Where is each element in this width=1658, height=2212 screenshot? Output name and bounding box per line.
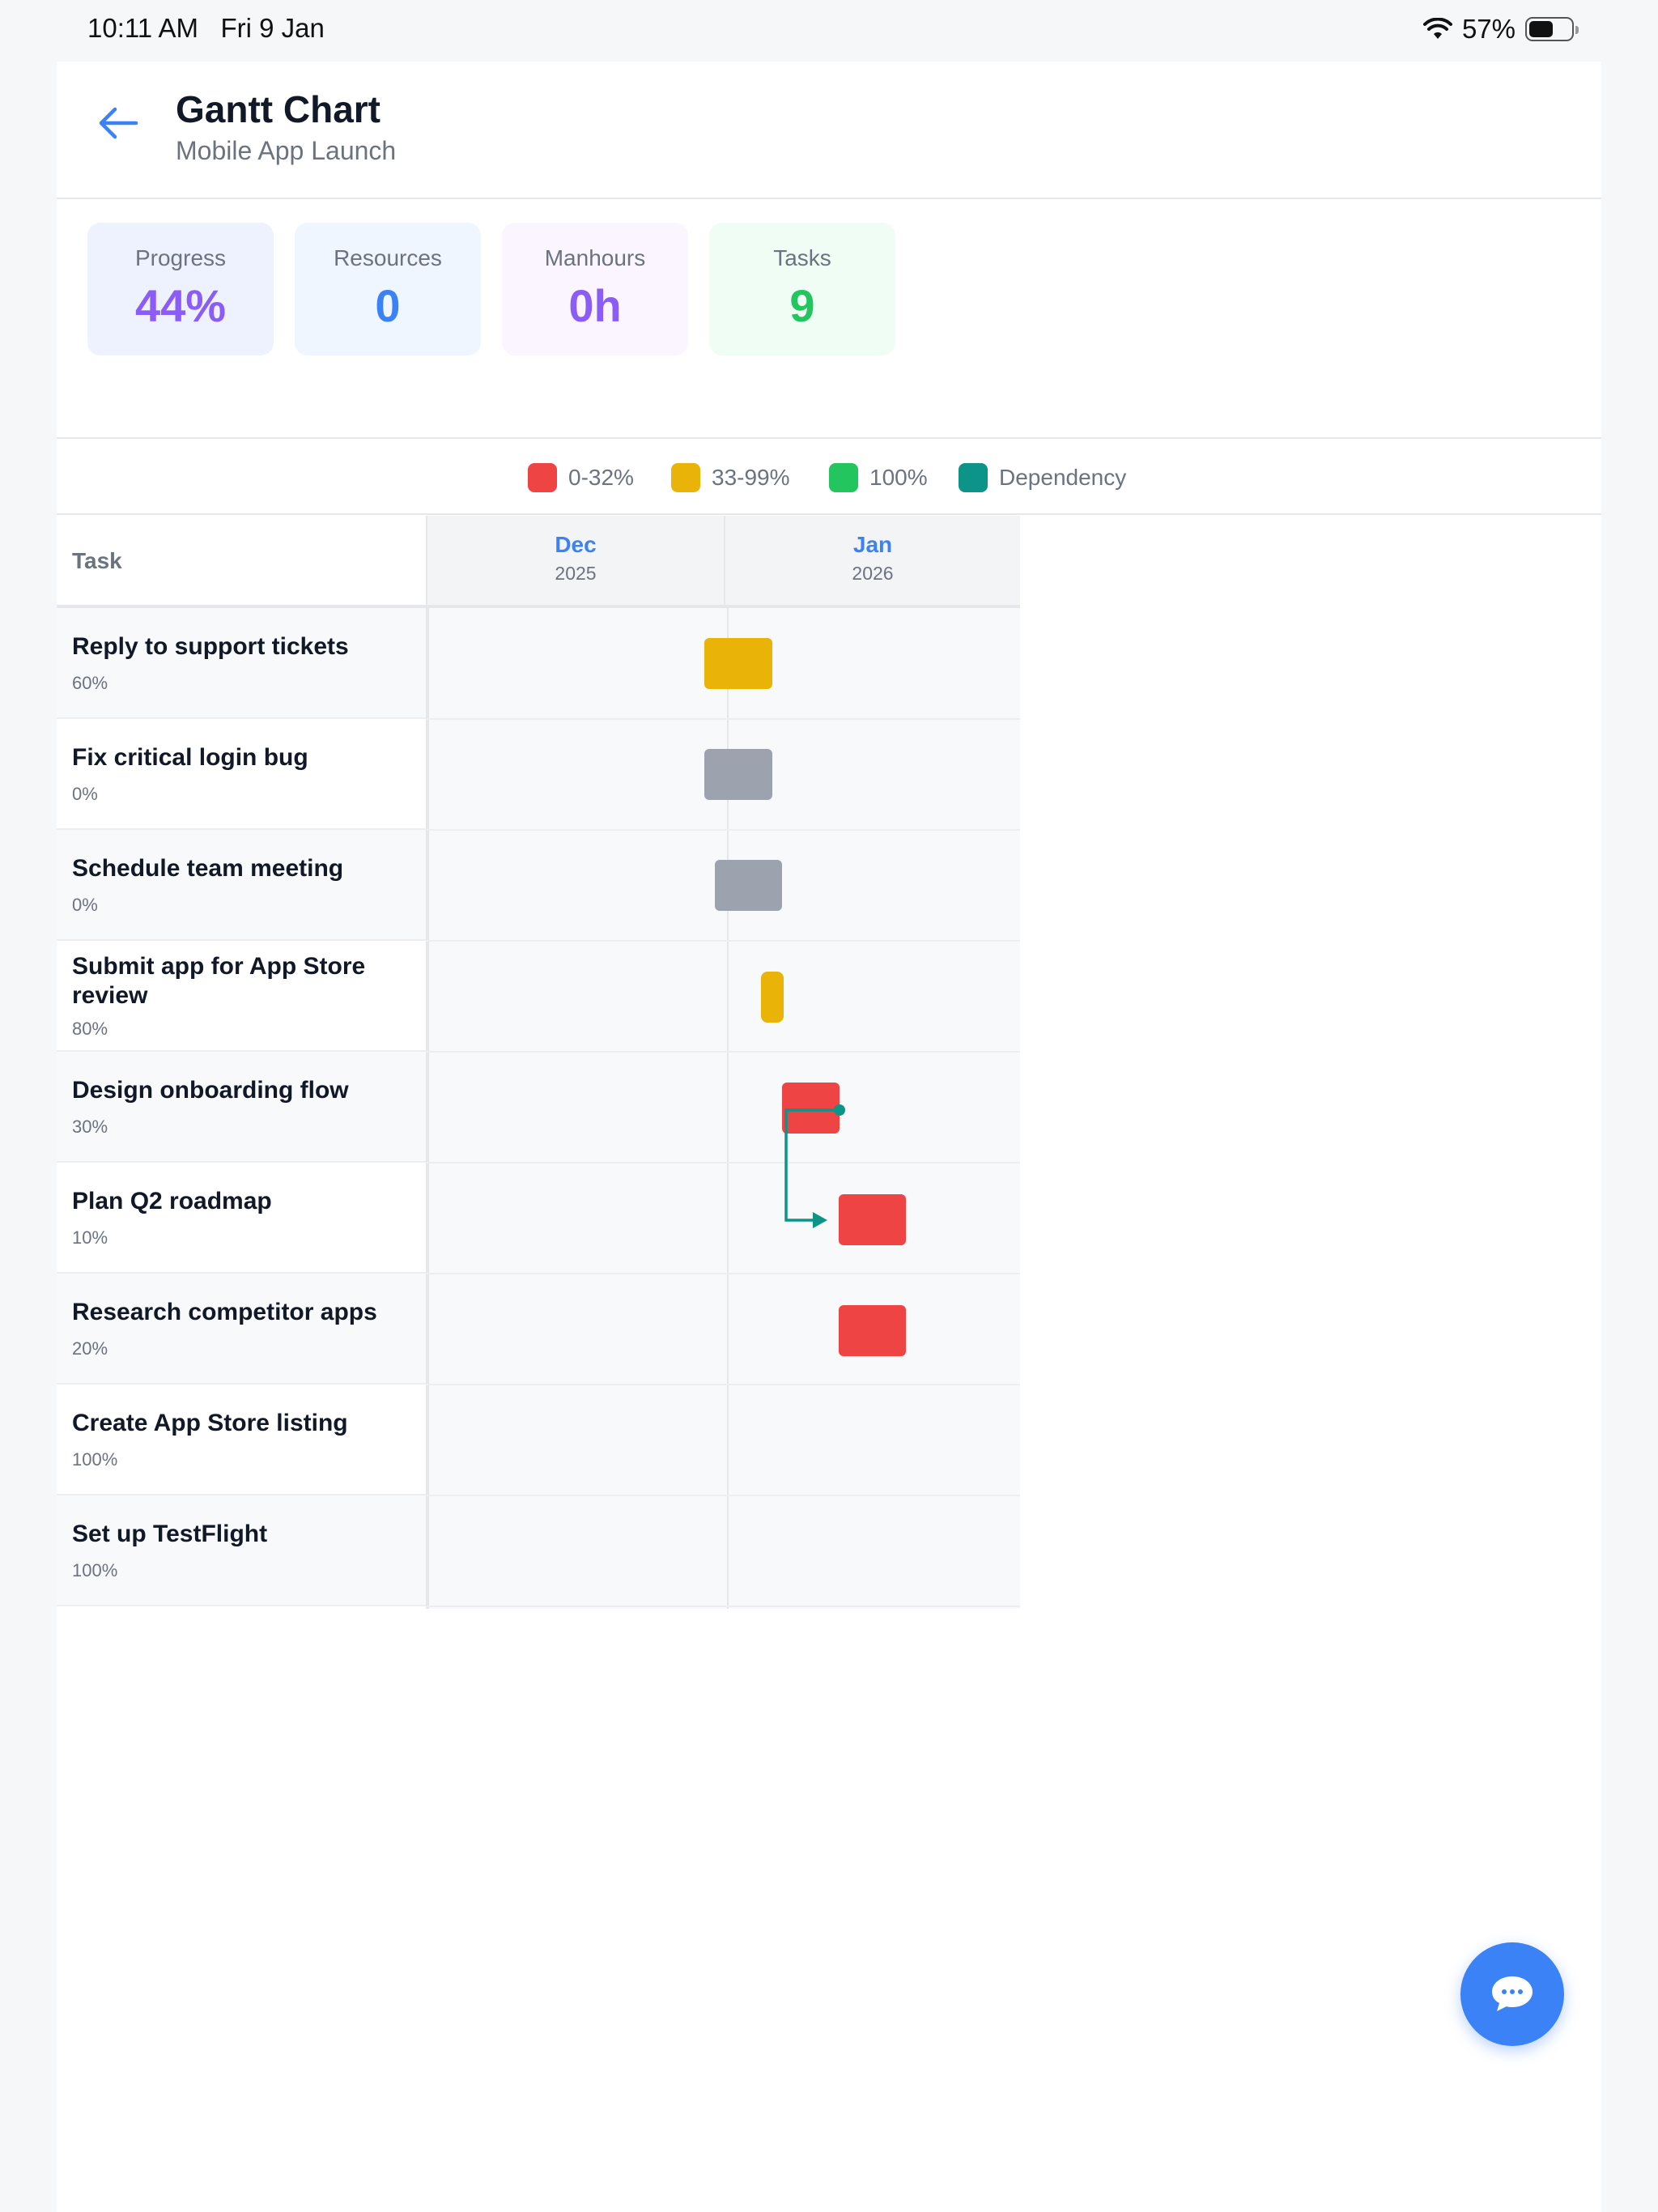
legend-label: 33-99% bbox=[712, 465, 790, 490]
date: Fri 9 Jan bbox=[220, 13, 325, 43]
stat-card-tasks: Tasks 9 bbox=[709, 223, 895, 355]
task-row[interactable]: Fix critical login bug 0% bbox=[57, 719, 426, 830]
task-bar[interactable] bbox=[704, 749, 772, 800]
row-divider bbox=[426, 1162, 1020, 1163]
task-row[interactable]: Set up TestFlight 100% bbox=[57, 1495, 426, 1606]
battery-percent: 57% bbox=[1461, 14, 1516, 44]
task-progress: 10% bbox=[72, 1227, 108, 1248]
stats-row: Progress 44% Resources 0 Manhours 0h Tas… bbox=[57, 199, 1601, 439]
chat-bubble-icon bbox=[1492, 1976, 1533, 2011]
stat-card-progress: Progress 44% bbox=[87, 223, 274, 355]
legend-label: Dependency bbox=[999, 465, 1127, 490]
task-name: Fix critical login bug bbox=[72, 744, 308, 771]
row-divider bbox=[426, 1495, 1020, 1496]
legend-swatch bbox=[829, 463, 858, 492]
task-row[interactable]: Create App Store listing 100% bbox=[57, 1385, 426, 1495]
legend-swatch bbox=[671, 463, 700, 492]
page-title: Gantt Chart bbox=[176, 88, 380, 130]
task-name: Design onboarding flow bbox=[72, 1077, 349, 1104]
task-row[interactable]: Reply to support tickets 60% bbox=[57, 608, 426, 719]
battery-level bbox=[1529, 21, 1553, 37]
row-divider bbox=[426, 1273, 1020, 1274]
legend-item-complete: 100% bbox=[829, 463, 928, 492]
month-header-dec: Dec 2025 bbox=[426, 516, 724, 608]
stat-card-manhours: Manhours 0h bbox=[502, 223, 688, 355]
task-name: Submit app for App Store review bbox=[72, 953, 366, 1009]
task-name: Set up TestFlight bbox=[72, 1521, 268, 1547]
month-year: 2025 bbox=[555, 563, 597, 584]
status-indicators: 57% bbox=[1422, 11, 1579, 47]
task-progress: 0% bbox=[72, 895, 98, 915]
legend-item-low: 0-32% bbox=[528, 463, 634, 492]
legend-swatch bbox=[528, 463, 557, 492]
clock: 10:11 AM bbox=[87, 13, 198, 43]
stat-label: Tasks bbox=[773, 245, 831, 270]
dependency-arrow bbox=[784, 1104, 845, 1228]
main-panel: Gantt Chart Mobile App Launch Progress 4… bbox=[57, 62, 1601, 2212]
task-row[interactable]: Design onboarding flow 30% bbox=[57, 1052, 426, 1163]
month-name: Dec bbox=[555, 532, 597, 557]
task-progress: 0% bbox=[72, 784, 98, 804]
row-divider bbox=[426, 1384, 1020, 1385]
wifi-icon bbox=[1422, 18, 1452, 39]
task-row[interactable]: Plan Q2 roadmap 10% bbox=[57, 1163, 426, 1274]
chat-button[interactable] bbox=[1460, 1942, 1564, 2046]
task-row[interactable]: Submit app for App Store review 80% bbox=[57, 941, 426, 1052]
row-divider bbox=[426, 1606, 1020, 1607]
stat-label: Progress bbox=[134, 245, 227, 270]
task-name: Plan Q2 roadmap bbox=[72, 1188, 272, 1214]
month-year: 2026 bbox=[852, 563, 894, 584]
task-row[interactable]: Research competitor apps 20% bbox=[57, 1274, 426, 1385]
task-name: Schedule team meeting bbox=[72, 855, 344, 882]
legend-swatch bbox=[959, 463, 988, 492]
dependency-line bbox=[784, 1108, 844, 1222]
stat-value: 0 bbox=[375, 280, 401, 331]
battery-icon bbox=[1525, 17, 1579, 41]
task-column-header: Task bbox=[57, 516, 426, 608]
row-divider bbox=[426, 718, 1020, 720]
task-bar[interactable] bbox=[761, 972, 784, 1023]
task-progress: 80% bbox=[72, 1019, 108, 1039]
back-arrow-icon bbox=[99, 107, 138, 139]
row-divider bbox=[426, 1051, 1020, 1053]
task-progress: 100% bbox=[72, 1449, 118, 1470]
legend-item-dependency: Dependency bbox=[959, 463, 1126, 492]
page-subtitle: Mobile App Launch bbox=[176, 136, 397, 165]
task-row[interactable]: Schedule team meeting 0% bbox=[57, 830, 426, 941]
stat-label: Resources bbox=[334, 245, 442, 270]
task-header-label: Task bbox=[72, 548, 122, 573]
task-bar[interactable] bbox=[715, 860, 782, 911]
status-bar: 10:11 AM Fri 9 Jan 57% bbox=[0, 0, 1658, 62]
month-header-jan: Jan 2026 bbox=[724, 516, 1020, 608]
stat-label: Manhours bbox=[544, 245, 646, 270]
status-time: 10:11 AM Fri 9 Jan bbox=[87, 13, 325, 44]
month-name: Jan bbox=[852, 532, 893, 557]
legend: 0-32% 33-99% 100% Dependency bbox=[57, 440, 1601, 515]
task-name: Create App Store listing bbox=[72, 1410, 348, 1436]
task-progress: 60% bbox=[72, 673, 108, 693]
gantt-chart: Task Dec 2025 Jan 2026 Reply to support … bbox=[57, 516, 1020, 1609]
stat-value: 44% bbox=[134, 280, 227, 331]
task-progress: 20% bbox=[72, 1338, 108, 1359]
task-bar[interactable] bbox=[839, 1305, 906, 1356]
back-button[interactable] bbox=[94, 99, 142, 147]
task-name: Reply to support tickets bbox=[72, 633, 349, 660]
dependency-arrowhead bbox=[813, 1212, 827, 1228]
stat-value: 0h bbox=[568, 280, 622, 331]
legend-label: 100% bbox=[869, 465, 928, 490]
task-progress: 100% bbox=[72, 1560, 118, 1580]
page-header: Gantt Chart Mobile App Launch bbox=[57, 62, 1601, 199]
task-progress: 30% bbox=[72, 1117, 108, 1137]
row-divider bbox=[426, 829, 1020, 831]
task-bar[interactable] bbox=[704, 638, 772, 689]
legend-item-mid: 33-99% bbox=[671, 463, 790, 492]
stat-card-resources: Resources 0 bbox=[295, 223, 481, 355]
legend-label: 0-32% bbox=[568, 465, 634, 490]
task-name: Research competitor apps bbox=[72, 1299, 377, 1325]
row-divider bbox=[426, 940, 1020, 942]
stat-value: 9 bbox=[789, 280, 815, 331]
